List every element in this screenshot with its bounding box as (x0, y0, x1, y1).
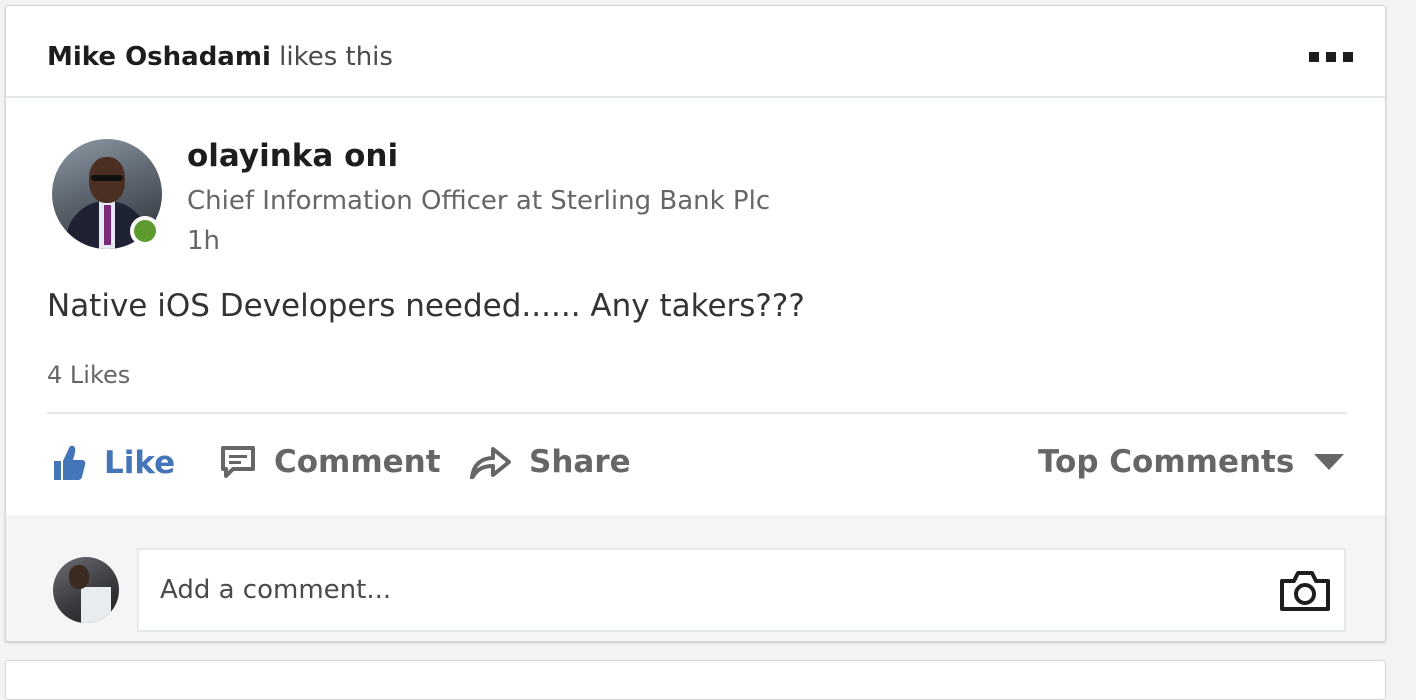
post-text: Native iOS Developers needed...... Any t… (47, 288, 805, 324)
feed-post-card: Mike Oshadami likes this olayinka oni Ch… (5, 5, 1386, 642)
post-time: 1h (187, 226, 221, 256)
more-icon[interactable] (1309, 52, 1353, 62)
social-activity-text: Mike Oshadami likes this (47, 42, 393, 72)
share-icon (470, 447, 511, 479)
social-action-bar: Like Comment Share Top Comments (6, 436, 1385, 498)
author-headline: Chief Information Officer at Sterling Ba… (187, 186, 771, 216)
viewer-avatar (53, 557, 119, 623)
avatar-shirt (81, 587, 111, 623)
divider (47, 412, 1347, 414)
more-dot (1309, 52, 1319, 62)
avatar-tie (104, 205, 111, 245)
more-dot (1343, 52, 1353, 62)
comment-icon (221, 446, 255, 478)
like-button[interactable]: Like (52, 444, 175, 482)
sort-label: Top Comments (1038, 444, 1295, 480)
comment-area (6, 515, 1385, 641)
comment-sort-dropdown[interactable]: Top Comments (1038, 444, 1345, 480)
next-feed-card (5, 660, 1386, 700)
comment-input[interactable] (137, 548, 1346, 632)
comment-button[interactable]: Comment (220, 444, 441, 480)
share-label: Share (529, 444, 631, 480)
more-dot (1326, 52, 1336, 62)
actor-name[interactable]: Mike Oshadami (47, 42, 271, 72)
camera-icon[interactable] (1279, 570, 1331, 612)
social-action: likes this (270, 42, 393, 72)
share-button[interactable]: Share (469, 444, 631, 480)
avatar-head (69, 565, 89, 589)
likes-count[interactable]: 4 Likes (47, 361, 130, 389)
caret-down-icon (1314, 454, 1345, 470)
social-activity-header: Mike Oshadami likes this (6, 6, 1385, 98)
author-name[interactable]: olayinka oni (187, 138, 398, 174)
presence-icon (130, 216, 160, 246)
avatar-glasses (91, 175, 123, 181)
like-label: Like (104, 445, 176, 481)
comment-label: Comment (274, 444, 441, 480)
like-icon (54, 445, 86, 480)
